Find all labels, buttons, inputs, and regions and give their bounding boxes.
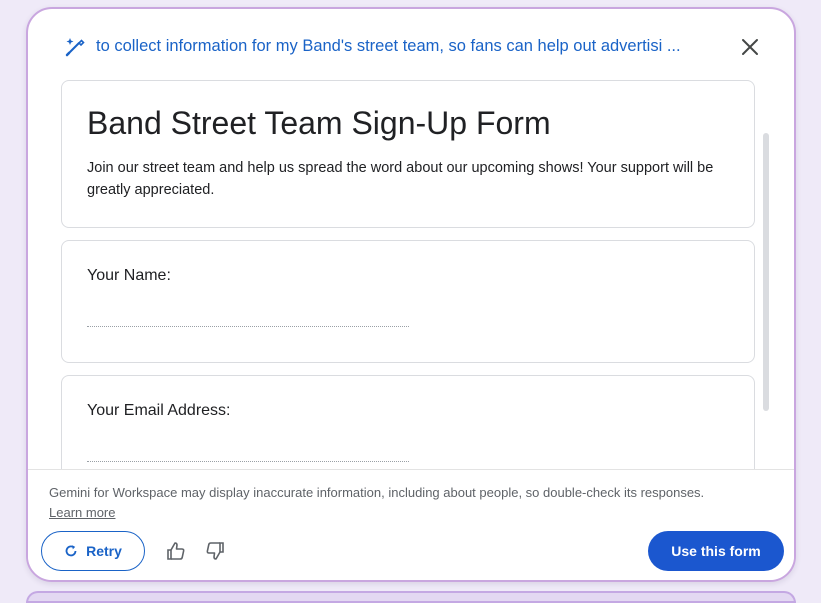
panel-header: to collect information for my Band's str… bbox=[28, 9, 794, 73]
thumbs-up-icon[interactable] bbox=[165, 540, 187, 562]
form-description: Join our street team and help us spread … bbox=[87, 160, 714, 198]
gemini-form-panel: to collect information for my Band's str… bbox=[26, 7, 796, 582]
refresh-icon bbox=[65, 545, 77, 557]
form-preview[interactable]: Band Street Team Sign-Up Form Join our s… bbox=[28, 73, 794, 469]
disclaimer-text: Gemini for Workspace may display inaccur… bbox=[49, 485, 705, 500]
panel-footer: Gemini for Workspace may display inaccur… bbox=[28, 469, 794, 580]
sparkle-pen-icon bbox=[65, 38, 85, 57]
use-this-form-button[interactable]: Use this form bbox=[648, 531, 784, 571]
question-label: Your Name: bbox=[87, 267, 171, 284]
prompt-text: to collect information for my Band's str… bbox=[96, 37, 681, 55]
email-answer-field[interactable] bbox=[87, 456, 409, 462]
retry-label: Retry bbox=[86, 543, 122, 559]
scrollbar-thumb[interactable] bbox=[763, 133, 769, 411]
question-label: Your Email Address: bbox=[87, 402, 231, 419]
form-title: Band Street Team Sign-Up Form bbox=[87, 105, 551, 141]
disclaimer: Gemini for Workspace may display inaccur… bbox=[49, 483, 769, 523]
thumbs-down-icon[interactable] bbox=[204, 540, 226, 562]
next-panel-edge bbox=[26, 591, 796, 603]
learn-more-link[interactable]: Learn more bbox=[49, 505, 115, 520]
close-icon[interactable] bbox=[741, 38, 759, 56]
retry-button[interactable]: Retry bbox=[41, 531, 145, 571]
name-answer-field[interactable] bbox=[87, 321, 409, 327]
question-card-name: Your Name: bbox=[61, 240, 755, 363]
form-title-card: Band Street Team Sign-Up Form Join our s… bbox=[61, 80, 755, 228]
question-card-email: Your Email Address: bbox=[61, 375, 755, 469]
